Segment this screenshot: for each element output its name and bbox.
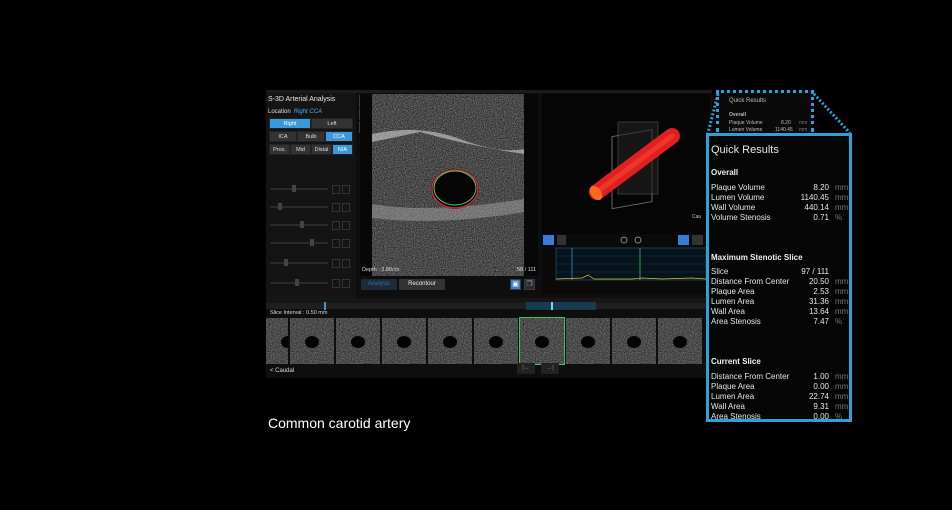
result-row: Wall Volume 440.14 mm [711,203,849,212]
disabled-slider-3 [270,214,350,232]
slice-thumbnail[interactable] [266,318,288,364]
slice-thumbnail[interactable] [474,318,518,364]
slice-thumbnail[interactable] [382,318,426,364]
slice-thumbnail[interactable] [658,318,702,364]
result-row: Plaque Area 0.00 mm [711,382,849,391]
vessel-ica-button[interactable]: ICA [269,131,297,142]
overall-heading: Overall [711,168,739,177]
location-value: Right CCA [293,109,323,115]
analysis-button[interactable]: Analysis [361,279,397,290]
slice-thumbnail[interactable] [612,318,656,364]
current-slice-heading: Current Slice [711,357,761,366]
slice-thumbnail[interactable] [336,318,380,364]
result-row: Slice 97 / 111 [711,267,829,276]
thumbnail-strip [266,317,712,366]
slice-thumbnail[interactable] [428,318,472,364]
quick-results-title: Quick Results [711,144,779,156]
max-stenotic-heading: Maximum Stenotic Slice [711,253,803,262]
result-row: Area Stenosis 7.47% [711,317,843,326]
panel-title: S-3D Arterial Analysis [268,96,336,103]
disabled-slider-6 [270,272,350,290]
caption: Common carotid artery [268,415,411,431]
slice-interval: Slice Interval : 0.50 mm [270,310,328,316]
location-row: Location Right CCA [268,109,322,115]
segment-mid-button[interactable]: Mid [290,144,311,155]
result-row: Wall Area 13.64 mm [711,307,849,316]
vessel-cca-button[interactable]: CCA [325,131,353,142]
depth-readout: Depth : 2.88cm [362,267,400,273]
disabled-slider-4 [270,232,350,250]
result-row: Lumen Volume 1140.45 mm [711,193,849,202]
slice-thumbnail[interactable] [290,318,334,364]
quick-results-panel: Quick Results Overall Plaque Volume 8.20 m… [706,133,852,422]
result-row: Distance From Center 20.50 mm [711,277,849,286]
recontour-button[interactable]: Recontour [399,279,445,290]
side-left-button[interactable]: Left [311,118,353,129]
location-label: Location [268,109,291,115]
prev-slice-button[interactable]: |← [517,363,535,374]
view-toggle-icon[interactable]: ▣ [510,279,521,290]
segment-distal-button[interactable]: Distal [311,144,332,155]
next-slice-button[interactable]: →| [541,363,559,374]
svg-text:Cau: Cau [692,214,701,220]
stenosis-graph[interactable] [542,234,710,294]
copy-icon[interactable]: ❐ [524,279,535,290]
result-row: Volume Stenosis 0.71% [711,213,843,222]
ultrasound-image[interactable] [360,94,538,276]
result-row: Lumen Area 31.36 mm [711,297,849,306]
caudal-label: < Caudal [270,368,295,374]
disabled-slider-1 [270,178,350,196]
result-row: Area Stenosis 0.00% [711,412,843,421]
slice-timeline[interactable] [266,298,712,310]
disabled-slider-2 [270,196,350,214]
result-row: Plaque Volume 8.20 mm [711,183,849,192]
side-right-button[interactable]: Right [269,118,311,129]
result-row: Lumen Area 22.74 mm [711,392,849,401]
3d-vessel-view[interactable]: Cau [542,94,710,234]
slice-readout: 58 / 111 [517,267,537,273]
vessel-bulb-button[interactable]: Bulb [297,131,325,142]
segment-na-button[interactable]: N/A [332,144,353,155]
result-row: Plaque Area 2.53 mm [711,287,849,296]
result-row: Wall Area 9.31 mm [711,402,849,411]
zoom-connector [706,92,852,135]
disabled-slider-5 [270,252,350,270]
segment-prox-button[interactable]: Prox. [269,144,290,155]
result-row: Distance From Center 1.00 mm [711,372,849,381]
slice-thumbnail-selected[interactable] [519,317,565,365]
slice-thumbnail[interactable] [566,318,610,364]
